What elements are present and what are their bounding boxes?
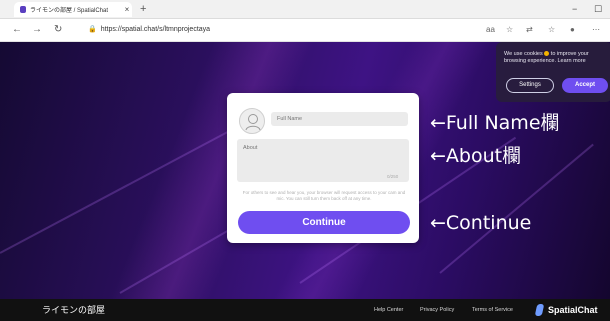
cookie-accept-button[interactable]: Accept — [562, 78, 608, 93]
cookie-text-start: We use cookies — [504, 51, 543, 57]
tab-title: ライモンの部屋 / SpatialChat — [30, 8, 109, 14]
cookie-icon — [544, 51, 550, 57]
annotation-full-name: ←Full Name欄 — [430, 112, 560, 134]
page-background: We use cookies to improve your browsing … — [0, 42, 610, 299]
spatialchat-logo-icon — [534, 304, 545, 316]
new-tab-icon[interactable]: + — [140, 2, 146, 16]
browser-address-bar: ← → ↻ 🔒 https://spatial.chat/s/ltmnprojec… — [0, 19, 610, 42]
forward-icon[interactable]: → — [32, 22, 42, 38]
room-name: ライモンの部屋 — [42, 305, 106, 315]
spatialchat-favicon-icon — [20, 6, 26, 13]
collections-icon[interactable]: ☆ — [548, 23, 555, 37]
about-textarea[interactable] — [237, 139, 409, 182]
split-icon[interactable]: ⇄ — [526, 23, 533, 37]
terms-of-service-link[interactable]: Terms of Service — [472, 306, 513, 314]
permission-notice: For others to see and hear you, your bro… — [242, 190, 406, 201]
annotation-continue: ←Continue — [430, 212, 532, 234]
privacy-policy-link[interactable]: Privacy Policy — [420, 306, 454, 314]
restore-icon[interactable]: ☐ — [594, 2, 602, 16]
browser-tab-bar: ライモンの部屋 / SpatialChat × + − ☐ — [0, 0, 610, 19]
spatialchat-brand[interactable]: SpatialChat — [534, 302, 598, 318]
profile-icon[interactable]: ● — [570, 23, 575, 37]
reader-icon[interactable]: aa — [486, 23, 495, 37]
user-avatar-icon — [245, 114, 261, 131]
back-icon[interactable]: ← — [12, 22, 22, 38]
continue-button[interactable]: Continue — [238, 211, 410, 234]
cookie-banner: We use cookies to improve your browsing … — [496, 42, 610, 102]
annotation-about: ←About欄 — [430, 145, 522, 167]
about-char-counter: 0/250 — [387, 174, 399, 179]
favorite-icon[interactable]: ☆ — [506, 23, 513, 37]
full-name-input[interactable] — [271, 112, 408, 126]
cookie-settings-button[interactable]: Settings — [506, 78, 554, 93]
page-footer: ライモンの部屋 Help Center Privacy Policy Terms… — [0, 299, 610, 321]
brand-name: SpatialChat — [548, 305, 598, 315]
profile-form-card: 0/250 For others to see and hear you, yo… — [227, 93, 419, 243]
reload-icon[interactable]: ↻ — [54, 22, 62, 38]
cookie-text: We use cookies to improve your browsing … — [504, 51, 608, 65]
lock-icon: 🔒 — [88, 26, 97, 33]
url-field[interactable]: 🔒 https://spatial.chat/s/ltmnprojectaya — [88, 23, 388, 37]
tab-close-icon[interactable]: × — [122, 5, 132, 14]
avatar-upload[interactable] — [239, 108, 265, 134]
menu-icon[interactable]: ⋯ — [592, 23, 600, 37]
browser-tab[interactable]: ライモンの部屋 / SpatialChat × — [14, 2, 132, 17]
minimize-icon[interactable]: − — [572, 2, 577, 16]
url-text: https://spatial.chat/s/ltmnprojectaya — [100, 26, 211, 33]
help-center-link[interactable]: Help Center — [374, 306, 403, 314]
